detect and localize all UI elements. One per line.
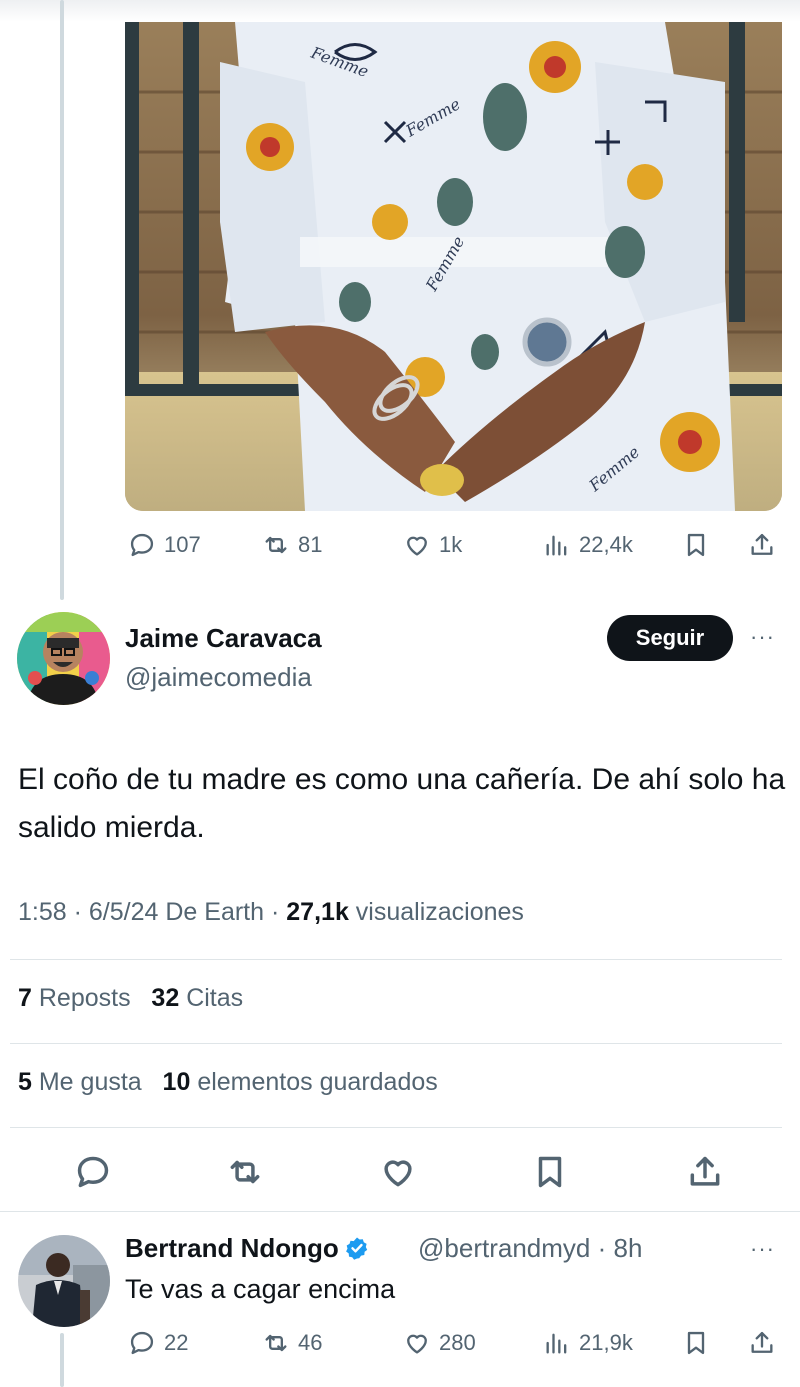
views-label: visualizaciones: [355, 898, 524, 926]
divider-2: [10, 1043, 782, 1044]
repost-action[interactable]: 46: [262, 1323, 322, 1363]
tweet-source: De Earth: [165, 898, 265, 926]
share-icon: [690, 1156, 720, 1186]
views-count: 22,4k: [579, 532, 633, 557]
reply-action[interactable]: 22: [128, 1323, 188, 1363]
reply-icon: [130, 533, 154, 557]
avatar-image: [18, 1235, 110, 1327]
reply-count: 22: [164, 1330, 189, 1355]
reply-author-handle[interactable]: @bertrandmyd: [418, 1233, 590, 1263]
reply-count: 107: [164, 532, 201, 557]
reply-handle-row: @bertrandmyd · 8h: [418, 1233, 642, 1264]
repost-count: 81: [298, 532, 323, 557]
tweet-meta: 1:58 · 6/5/24 De Earth · 27,1k visualiza…: [18, 898, 524, 927]
bookmark-action[interactable]: [682, 525, 710, 565]
bookmark-icon: [538, 1156, 562, 1188]
bookmarks-link[interactable]: 10 elementos guardados: [163, 1068, 438, 1096]
tweet-photo[interactable]: Femme Femme Femme Femme: [125, 22, 782, 511]
views-icon: [546, 1333, 567, 1354]
repost-action[interactable]: 81: [262, 525, 322, 565]
reposts-quotes-row: 7 Reposts 32 Citas: [18, 984, 243, 1013]
tweet-time[interactable]: 1:58: [18, 898, 67, 926]
avatar-jaime[interactable]: [17, 612, 110, 705]
reply-icon: [130, 1331, 154, 1355]
share-action[interactable]: [748, 1323, 776, 1363]
verified-icon: [345, 1237, 367, 1260]
reply-text: Te vas a cagar encima: [125, 1274, 396, 1304]
repost-icon: [265, 1334, 287, 1352]
like-count: 280: [439, 1330, 476, 1355]
divider-1: [10, 959, 782, 960]
reply-icon: [77, 1156, 109, 1188]
tweet-text: El coño de tu madre es como una cañería.…: [18, 763, 786, 844]
views-count: 21,9k: [579, 1330, 633, 1355]
like-icon: [407, 1334, 427, 1354]
like-button[interactable]: [378, 1148, 418, 1196]
share-icon: [751, 1331, 773, 1353]
thread-line-top: [60, 0, 64, 600]
views-icon: [546, 535, 567, 556]
reply-author-name[interactable]: Bertrand Ndongo: [125, 1233, 369, 1264]
views-total: 27,1k: [286, 898, 349, 926]
repost-button[interactable]: [225, 1148, 265, 1196]
likes-label: Me gusta: [38, 1068, 142, 1096]
share-icon: [751, 533, 773, 555]
divider-4: [0, 1211, 800, 1212]
bookmarks-count: 10: [162, 1068, 191, 1096]
like-icon: [407, 536, 427, 556]
author-name[interactable]: Jaime Caravaca: [125, 623, 322, 654]
divider-3: [10, 1127, 782, 1128]
bookmark-icon: [687, 1331, 705, 1355]
meta-separator: ·: [73, 898, 82, 926]
views-action[interactable]: 22,4k: [543, 525, 633, 565]
likes-bookmarks-row: 5 Me gusta 10 elementos guardados: [18, 1068, 438, 1097]
repost-icon: [265, 536, 287, 554]
quotes-count: 32: [151, 984, 180, 1012]
reply-action[interactable]: 107: [128, 525, 201, 565]
author-handle[interactable]: @jaimecomedia: [125, 662, 312, 693]
reposts-label: Reposts: [38, 984, 131, 1012]
reposts-link[interactable]: 7 Reposts: [18, 984, 131, 1012]
likes-link[interactable]: 5 Me gusta: [18, 1068, 142, 1096]
bookmark-action[interactable]: [682, 1323, 710, 1363]
bookmark-icon: [687, 533, 705, 557]
quotes-label: Citas: [186, 984, 244, 1012]
meta-separator-2: ·: [271, 898, 280, 926]
reply-separator: ·: [597, 1233, 607, 1263]
tweet-date[interactable]: 6/5/24: [89, 898, 159, 926]
bookmark-button[interactable]: [530, 1148, 570, 1196]
likes-count: 5: [18, 1068, 32, 1096]
reply-author-name-text: Bertrand Ndongo: [125, 1233, 339, 1263]
views-action[interactable]: 21,9k: [543, 1323, 633, 1363]
follow-button[interactable]: Seguir: [607, 615, 733, 661]
more-icon[interactable]: ···: [750, 624, 775, 650]
share-action[interactable]: [748, 525, 776, 565]
reply-time[interactable]: 8h: [614, 1233, 643, 1263]
tweet-photo-illustration: Femme Femme Femme Femme: [125, 22, 782, 511]
reposts-count: 7: [18, 984, 32, 1012]
quotes-link[interactable]: 32 Citas: [151, 984, 243, 1012]
avatar-bertrand[interactable]: [18, 1235, 110, 1327]
reply-button[interactable]: [73, 1148, 113, 1196]
reply-actions: 22 46 280 21,9k: [0, 1323, 800, 1363]
repost-count: 46: [298, 1330, 323, 1355]
share-button[interactable]: [685, 1148, 725, 1196]
like-count: 1k: [439, 532, 463, 557]
bookmarks-label: elementos guardados: [197, 1068, 438, 1096]
more-icon[interactable]: ···: [750, 1236, 775, 1262]
previous-tweet-actions: 107 81 1k 22,4k: [0, 525, 800, 565]
avatar-image: [17, 612, 110, 705]
like-icon: [384, 1160, 412, 1187]
top-fade: [0, 0, 800, 22]
main-tweet-actions: [0, 1148, 800, 1196]
like-action[interactable]: 1k: [403, 525, 462, 565]
like-action[interactable]: 280: [403, 1323, 476, 1363]
repost-icon: [230, 1160, 260, 1184]
